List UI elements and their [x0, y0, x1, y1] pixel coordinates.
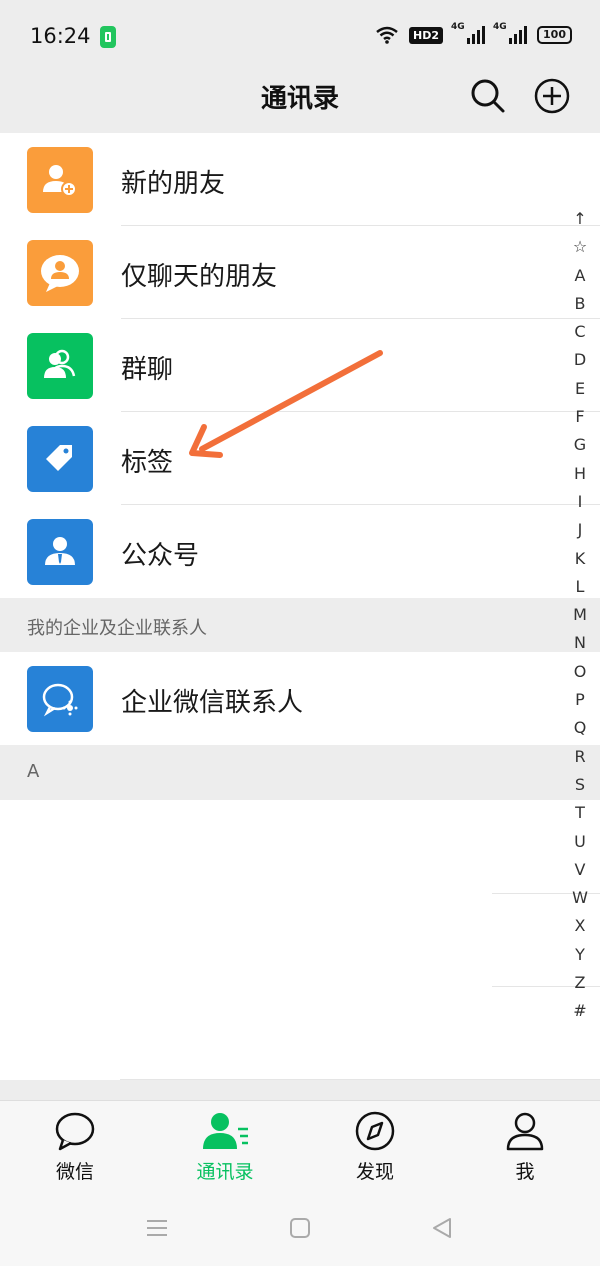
menu-label: 公众号: [121, 541, 200, 571]
person-icon: [506, 1112, 544, 1151]
index-letter[interactable]: Y: [575, 941, 585, 969]
index-letter[interactable]: H: [574, 460, 586, 488]
index-letter[interactable]: V: [575, 856, 586, 884]
index-letter[interactable]: W: [572, 884, 588, 912]
tab-label: 微信: [55, 1161, 94, 1183]
menu-official-accounts[interactable]: 公众号: [0, 505, 600, 598]
hd-voice-badge: HD2: [409, 26, 444, 44]
compass-icon: [355, 1111, 395, 1151]
index-letter[interactable]: ☆: [573, 233, 587, 261]
official-account-icon: [45, 537, 75, 565]
index-letter[interactable]: D: [574, 346, 586, 374]
search-button[interactable]: [466, 74, 510, 118]
status-time: 16:24: [30, 24, 91, 48]
index-letter[interactable]: F: [575, 403, 584, 431]
nav-bar: 通讯录: [0, 66, 600, 132]
contacts-icon: [203, 1113, 248, 1149]
back-key[interactable]: [430, 1216, 454, 1244]
battery-saver-icon: [100, 26, 116, 48]
add-friend-icon: [43, 165, 77, 197]
index-letter[interactable]: R: [574, 743, 585, 771]
menu-key[interactable]: [145, 1216, 169, 1244]
index-letter[interactable]: L: [576, 573, 585, 601]
index-letter[interactable]: N: [574, 629, 586, 657]
tag-icon: [46, 445, 72, 471]
index-letter[interactable]: U: [574, 828, 586, 856]
index-letter[interactable]: M: [573, 601, 587, 629]
index-letter[interactable]: C: [574, 318, 585, 346]
network-label-1: 4G: [451, 22, 465, 32]
icon-container: [27, 333, 93, 399]
index-letter[interactable]: Q: [574, 714, 587, 742]
index-letter[interactable]: E: [575, 375, 585, 403]
index-letter[interactable]: G: [574, 431, 586, 459]
signal-icon-2: 4G: [493, 22, 528, 44]
network-label-2: 4G: [493, 22, 507, 32]
index-letter[interactable]: J: [578, 516, 583, 544]
signal-icon-1: 4G: [451, 22, 486, 44]
back-triangle-icon: [433, 1218, 451, 1238]
menu-chat-only-friends[interactable]: 仅聊天的朋友: [0, 226, 600, 319]
index-letter[interactable]: X: [575, 912, 586, 940]
system-nav-bar: [0, 1196, 600, 1266]
tab-label: 我: [515, 1161, 535, 1183]
alphabet-index[interactable]: ↑ ☆ A B C D E F G H I J K L M N O P Q R S T U V W X Y Z #: [566, 205, 594, 1026]
section-title: A: [27, 761, 40, 782]
menu-label: 群聊: [121, 355, 174, 385]
contacts-list: 新的朋友 仅聊天的朋友 群聊 标签 公众号 我的企业及企业联系人 企业微信联系人…: [0, 133, 600, 799]
menu-new-friends[interactable]: 新的朋友: [0, 133, 600, 226]
menu-label: 标签: [121, 448, 174, 478]
menu-label: 新的朋友: [121, 169, 226, 199]
page-title: 通讯录: [260, 84, 339, 114]
section-header-letter: A: [0, 745, 600, 799]
icon-container: [27, 147, 93, 213]
tab-label: 通讯录: [196, 1161, 254, 1183]
home-key[interactable]: [288, 1216, 312, 1244]
icon-container: [27, 426, 93, 492]
icon-container: [27, 666, 93, 732]
status-bar: 16:24 HD2 4G 4G 100: [0, 0, 600, 66]
index-letter[interactable]: Z: [575, 969, 586, 997]
index-letter[interactable]: #: [573, 997, 586, 1025]
index-letter[interactable]: P: [575, 686, 585, 714]
tab-chats[interactable]: 微信: [25, 1111, 125, 1184]
chat-bubble-icon: [55, 1112, 95, 1151]
index-letter[interactable]: A: [575, 262, 586, 290]
divider: [120, 1079, 600, 1080]
menu-label: 仅聊天的朋友: [121, 262, 278, 292]
plus-circle-icon: [534, 78, 570, 114]
add-button[interactable]: [530, 74, 574, 118]
home-square-icon: [290, 1218, 310, 1238]
empty-contact-area: [0, 800, 600, 1080]
chat-only-icon: [41, 255, 79, 292]
menu-label: 企业微信联系人: [121, 688, 304, 718]
index-letter[interactable]: B: [575, 290, 586, 318]
index-letter[interactable]: S: [575, 771, 585, 799]
icon-container: [27, 519, 93, 585]
tab-contacts[interactable]: 通讯录: [175, 1111, 275, 1184]
tab-discover[interactable]: 发现: [325, 1111, 425, 1184]
status-icons: HD2 4G 4G 100: [375, 22, 572, 44]
annotation-arrow: [189, 350, 383, 458]
icon-container: [27, 240, 93, 306]
index-letter[interactable]: T: [575, 799, 585, 827]
index-letter[interactable]: O: [574, 658, 587, 686]
menu-lines-icon: [147, 1220, 167, 1236]
battery-indicator: 100: [537, 26, 572, 44]
index-letter[interactable]: I: [578, 488, 583, 516]
tab-bar: 微信 通讯录 发现 我: [0, 1100, 600, 1197]
menu-wecom-contacts[interactable]: 企业微信联系人: [0, 652, 600, 745]
index-letter[interactable]: K: [575, 545, 586, 573]
wecom-icon: [42, 683, 78, 717]
group-icon: [44, 349, 76, 379]
wifi-icon: [376, 26, 398, 44]
tab-label: 发现: [355, 1161, 394, 1183]
section-header-enterprise: 我的企业及企业联系人: [0, 598, 600, 652]
tab-me[interactable]: 我: [475, 1111, 575, 1184]
search-icon: [471, 79, 505, 113]
section-title: 我的企业及企业联系人: [27, 618, 207, 639]
index-letter[interactable]: ↑: [573, 205, 586, 233]
